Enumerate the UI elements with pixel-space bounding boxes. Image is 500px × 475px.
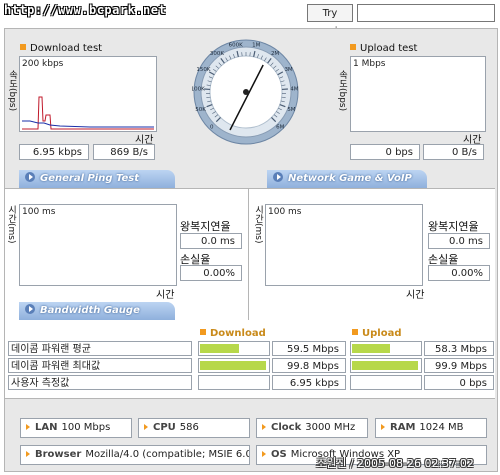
lan-arrow-icon xyxy=(26,424,30,430)
game-ylabel: 시간(ms) xyxy=(253,205,263,244)
download-value: 59.5 Mbps xyxy=(272,341,346,356)
gauge-tick-label: 5M xyxy=(287,107,295,113)
download-bar xyxy=(198,375,270,390)
bw-upload-bullet-icon xyxy=(352,329,358,335)
download-red-trace xyxy=(22,96,154,130)
ping-rtt-value: 0.0 ms xyxy=(180,233,242,249)
upload-bullet-icon xyxy=(350,44,356,50)
game-rtt-label: 왕복지연율 xyxy=(428,220,479,233)
os-arrow-icon xyxy=(262,451,266,457)
system-cpu: CPU 586 xyxy=(138,418,250,438)
download-bar xyxy=(198,341,270,356)
gauge-tick-label: 4M xyxy=(290,87,298,93)
ram-arrow-icon xyxy=(381,424,385,430)
bandwidth-download-header: Download xyxy=(200,328,266,339)
upload-bar-fill xyxy=(352,344,390,353)
cpu-arrow-icon xyxy=(144,424,148,430)
ping-divider xyxy=(248,188,249,322)
upload-speed-Bs: 0 B/s xyxy=(423,144,484,160)
bw-download-bullet-icon xyxy=(200,329,206,335)
game-loss-value: 0.00% xyxy=(428,265,490,281)
try-again-button[interactable]: Try again xyxy=(307,4,353,37)
game-rtt-value: 0.0 ms xyxy=(428,233,490,249)
system-browser: Browser Mozilla/4.0 (compatible; MSIE 6.0 xyxy=(20,445,250,465)
bandwidth-arrow-icon xyxy=(25,304,35,314)
upload-speed-bps: 0 bps xyxy=(350,144,420,160)
speedometer: 0 50K 100K 150K 300K 600K 1M 2M 3M 4M 5M 6M xyxy=(191,38,300,146)
upload-value: 0 bps xyxy=(424,375,494,390)
gauge-tick-label: 300K xyxy=(210,51,224,57)
bandwidth-upload-header: Upload xyxy=(352,328,401,339)
ping-ylabel: 시간(ms) xyxy=(6,205,16,244)
system-clock: Clock 3000 MHz xyxy=(256,418,368,438)
download-bullet-icon xyxy=(20,44,26,50)
upload-scale-label: 1 Mbps xyxy=(353,59,386,69)
clock-arrow-icon xyxy=(262,424,266,430)
download-ylabel: 속도(bps) xyxy=(7,70,17,112)
download-speed-bps: 6.95 kbps xyxy=(19,144,89,160)
upload-bar xyxy=(350,358,422,373)
upload-graph: 1 Mbps xyxy=(350,56,486,132)
gauge-tick-label: 6M xyxy=(276,124,284,130)
watermark: 조원진 / 2005-08-26 02:37:02 xyxy=(316,457,474,470)
gauge-tick-label: 600K xyxy=(229,43,243,49)
ping-scale-label: 100 ms xyxy=(22,207,56,217)
download-speed-Bs: 869 B/s xyxy=(93,144,155,160)
ping-graph: 100 ms xyxy=(19,204,177,286)
download-bar-fill xyxy=(200,361,266,370)
download-blue-trace xyxy=(22,120,154,128)
download-graph: 200 kbps xyxy=(19,56,157,132)
gauge-tick-label: 1M xyxy=(252,43,260,49)
upload-bar-fill xyxy=(352,361,418,370)
upload-ylabel: 속도(bps) xyxy=(337,70,347,112)
tab-bandwidth-gauge[interactable]: Bandwidth Gauge xyxy=(19,302,175,320)
system-lan: LAN 100 Mbps xyxy=(20,418,132,438)
gauge-tick-label: 2M xyxy=(271,51,279,57)
bandwidth-row-label: 데이콤 파워랜 최대값 xyxy=(8,358,192,373)
gauge-tick-label: 50K xyxy=(195,107,206,113)
download-bar xyxy=(198,358,270,373)
upload-value: 58.3 Mbps xyxy=(424,341,494,356)
download-value: 6.95 kbps xyxy=(272,375,346,390)
ping-loss-value: 0.00% xyxy=(180,265,242,281)
game-scale-label: 100 ms xyxy=(268,207,302,217)
game-graph: 100 ms xyxy=(265,204,423,286)
browser-arrow-icon xyxy=(26,451,30,457)
ping-rtt-label: 왕복지연율 xyxy=(180,220,231,233)
gauge-tick-label: 150K xyxy=(196,67,210,73)
upload-bar xyxy=(350,375,422,390)
gauge-tick-label: 100K xyxy=(192,87,205,93)
download-bar-fill xyxy=(200,344,239,353)
download-value: 99.8 Mbps xyxy=(272,358,346,373)
tab-general-ping-test[interactable]: General Ping Test xyxy=(19,170,175,188)
upload-bar xyxy=(350,341,422,356)
speed-test-window: http://www.bcpark.net Try again Download… xyxy=(0,0,500,475)
bandwidth-row-label: 데이콤 파워랜 평균 xyxy=(8,341,192,356)
ping-xlabel: 시간 xyxy=(156,290,175,301)
bandwidth-row-label: 사용자 측정값 xyxy=(8,375,192,390)
gauge-tick-label: 0 xyxy=(210,124,214,130)
gauge-tick-label: 3M xyxy=(284,67,292,73)
game-xlabel: 시간 xyxy=(406,290,425,301)
site-url[interactable]: http://www.bcpark.net xyxy=(4,3,166,17)
try-again-input[interactable] xyxy=(357,4,495,22)
tab-network-game-voip-test[interactable]: Network Game & VoIP Test xyxy=(267,170,427,202)
general-ping-arrow-icon xyxy=(25,172,35,182)
download-title: Download test xyxy=(20,43,102,54)
upload-value: 99.9 Mbps xyxy=(424,358,494,373)
upload-title: Upload test xyxy=(350,43,417,54)
system-ram: RAM 1024 MB xyxy=(375,418,487,438)
game-voip-arrow-icon xyxy=(273,172,283,182)
download-trace xyxy=(22,96,154,130)
speedometer-dial: 0 50K 100K 150K 300K 600K 1M 2M 3M 4M 5M 6M xyxy=(191,39,299,145)
